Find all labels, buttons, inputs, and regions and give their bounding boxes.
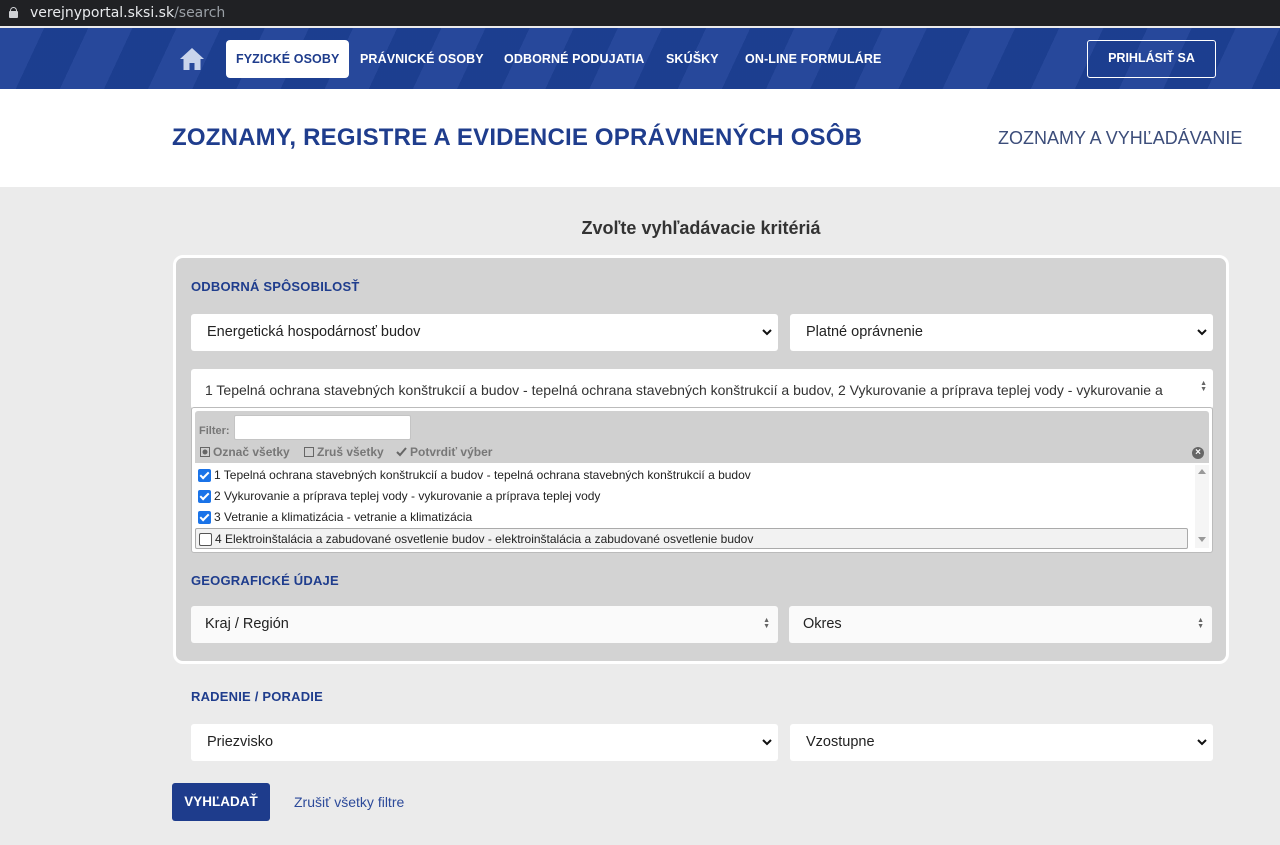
search-criteria-heading: Zvoľte vyhľadávacie kritériá bbox=[581, 218, 821, 238]
nav-item-online-formulare[interactable]: ON-LINE FORMULÁRE bbox=[745, 40, 881, 78]
main-navigation: FYZICKÉ OSOBY PRÁVNICKÉ OSOBY ODBORNÉ PO… bbox=[0, 28, 1280, 89]
page-header: ZOZNAMY, REGISTRE A EVIDENCIE OPRÁVNENÝC… bbox=[0, 89, 1280, 187]
deselect-all-button[interactable]: Zruš všetky bbox=[304, 445, 384, 460]
page-title: ZOZNAMY, REGISTRE A EVIDENCIE OPRÁVNENÝC… bbox=[172, 124, 863, 151]
list-item[interactable]: 2 Vykurovanie a príprava teplej vody - v… bbox=[195, 486, 1188, 507]
specialization-selected-text: 1 Tepelná ochrana stavebných konštrukcií… bbox=[205, 382, 1163, 409]
sort-field-select[interactable]: Priezvisko bbox=[191, 724, 778, 761]
list-item[interactable]: 1 Tepelná ochrana stavebných konštrukcií… bbox=[195, 465, 1188, 486]
checkbox-empty-icon bbox=[304, 446, 314, 460]
nav-item-skusky[interactable]: SKÚŠKY bbox=[666, 40, 719, 78]
nav-item-pravnicke-osoby[interactable]: PRÁVNICKÉ OSOBY bbox=[360, 40, 484, 78]
specialization-dropdown: Filter: Označ všetky Zruš všetky Potvrdi… bbox=[191, 407, 1213, 553]
sorting-label: RADENIE / PORADIE bbox=[191, 689, 323, 704]
district-value: Okres bbox=[803, 616, 842, 632]
chevron-down-icon bbox=[762, 329, 772, 336]
home-icon bbox=[180, 48, 204, 70]
nav-item-fyzicke-osoby[interactable]: FYZICKÉ OSOBY bbox=[226, 40, 350, 78]
lock-icon bbox=[9, 7, 18, 18]
login-button[interactable]: PRIHLÁSIŤ SA bbox=[1087, 40, 1216, 78]
checkbox-checked[interactable] bbox=[198, 469, 211, 482]
competence-area-value: Energetická hospodárnosť budov bbox=[207, 324, 421, 340]
filter-label: Filter: bbox=[199, 425, 230, 437]
competence-label: ODBORNÁ SPÔSOBILOSŤ bbox=[191, 279, 360, 294]
clear-filters-link[interactable]: Zrušiť všetky filtre bbox=[294, 794, 404, 810]
lists-search-link[interactable]: ZOZNAMY A VYHĽADÁVANIE bbox=[998, 128, 1242, 149]
scrollbar[interactable] bbox=[1195, 465, 1209, 548]
sort-order-value: Vzostupne bbox=[806, 734, 875, 750]
region-select[interactable]: Kraj / Región ▲ ▼ bbox=[191, 606, 778, 643]
scroll-up-icon[interactable] bbox=[1198, 469, 1206, 474]
checkbox-checked[interactable] bbox=[198, 490, 211, 503]
chevron-down-icon bbox=[1197, 329, 1207, 336]
dropdown-header: Filter: Označ všetky Zruš všetky Potvrdi… bbox=[195, 411, 1209, 463]
updown-arrows-icon: ▲ ▼ bbox=[1200, 380, 1207, 393]
district-select[interactable]: Okres ▲ ▼ bbox=[789, 606, 1212, 643]
scroll-down-icon[interactable] bbox=[1198, 537, 1206, 542]
confirm-selection-button[interactable]: Potvrdiť výber bbox=[396, 445, 492, 460]
url-text: verejnyportal.sksi.sk/search bbox=[30, 5, 226, 21]
chevron-down-icon bbox=[1197, 739, 1207, 746]
list-item[interactable]: 4 Elektroinštalácia a zabudované osvetle… bbox=[195, 528, 1188, 549]
chevron-down-icon bbox=[762, 739, 772, 746]
list-item[interactable]: 3 Vetranie a klimatizácia - vetranie a k… bbox=[195, 507, 1188, 528]
filter-input[interactable] bbox=[234, 415, 411, 440]
select-all-button[interactable]: Označ všetky bbox=[200, 445, 290, 460]
sort-field-value: Priezvisko bbox=[207, 734, 274, 750]
close-icon[interactable]: × bbox=[1192, 447, 1204, 459]
sort-order-select[interactable]: Vzostupne bbox=[790, 724, 1213, 761]
home-button[interactable] bbox=[176, 44, 208, 74]
competence-area-select[interactable]: Energetická hospodárnosť budov bbox=[191, 314, 778, 351]
authorization-status-select[interactable]: Platné oprávnenie bbox=[790, 314, 1213, 351]
radio-icon bbox=[200, 446, 210, 460]
checkbox-unchecked[interactable] bbox=[199, 533, 212, 546]
authorization-status-value: Platné oprávnenie bbox=[806, 324, 923, 340]
checkbox-checked[interactable] bbox=[198, 511, 211, 524]
search-button[interactable]: VYHĽADAŤ bbox=[172, 783, 270, 821]
updown-arrows-icon: ▲ ▼ bbox=[763, 617, 770, 630]
nav-item-odborne-podujatia[interactable]: ODBORNÉ PODUJATIA bbox=[504, 40, 644, 78]
browser-address-bar[interactable]: verejnyportal.sksi.sk/search bbox=[0, 0, 1280, 26]
geo-label: GEOGRAFICKÉ ÚDAJE bbox=[191, 573, 339, 588]
specialization-multiselect[interactable]: 1 Tepelná ochrana stavebných konštrukcií… bbox=[191, 369, 1213, 409]
region-value: Kraj / Región bbox=[205, 616, 289, 632]
updown-arrows-icon: ▲ ▼ bbox=[1197, 617, 1204, 630]
checkmark-icon bbox=[396, 446, 407, 460]
options-list: 1 Tepelná ochrana stavebných konštrukcií… bbox=[195, 464, 1190, 550]
